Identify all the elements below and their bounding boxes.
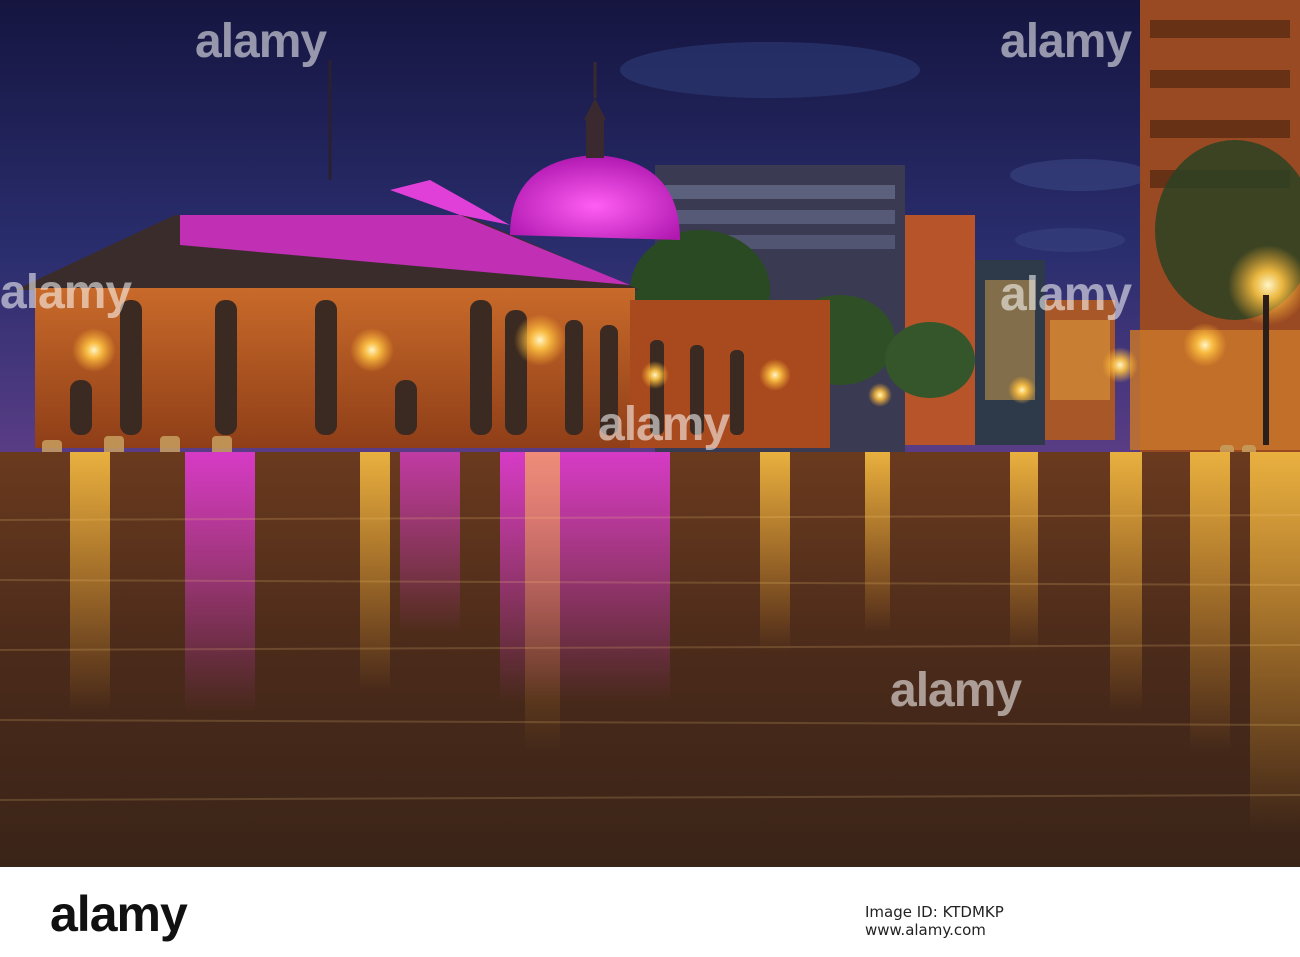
image-id: KTDMKP <box>942 903 1004 921</box>
lamp-post <box>1263 295 1269 445</box>
watermark: alamy <box>0 266 132 319</box>
cloud <box>1010 159 1150 191</box>
watermark: alamy <box>890 664 1022 717</box>
watermark: alamy <box>598 398 730 451</box>
image-id-label: Image ID: <box>865 903 938 921</box>
watermark: alamy <box>1000 268 1132 321</box>
gold-reflection <box>70 452 110 712</box>
pink-reflection <box>185 452 255 712</box>
photo: alamy alamy alamy alamy alamy alamy <box>0 0 1300 867</box>
watermark: alamy <box>195 15 327 68</box>
watermark: alamy <box>1000 15 1132 68</box>
night-harbour-scene: alamy alamy alamy alamy alamy alamy <box>0 0 1300 867</box>
tree <box>885 322 975 398</box>
cloud <box>620 42 920 98</box>
image-id-line: Image ID: KTDMKP www.alamy.com <box>865 903 1004 939</box>
stock-footer: alamy Image ID: KTDMKP www.alamy.com <box>0 867 1300 957</box>
cloud <box>1015 228 1125 252</box>
dome-lantern <box>586 118 604 158</box>
alamy-logo: alamy <box>50 886 188 942</box>
site-url: www.alamy.com <box>865 921 986 939</box>
